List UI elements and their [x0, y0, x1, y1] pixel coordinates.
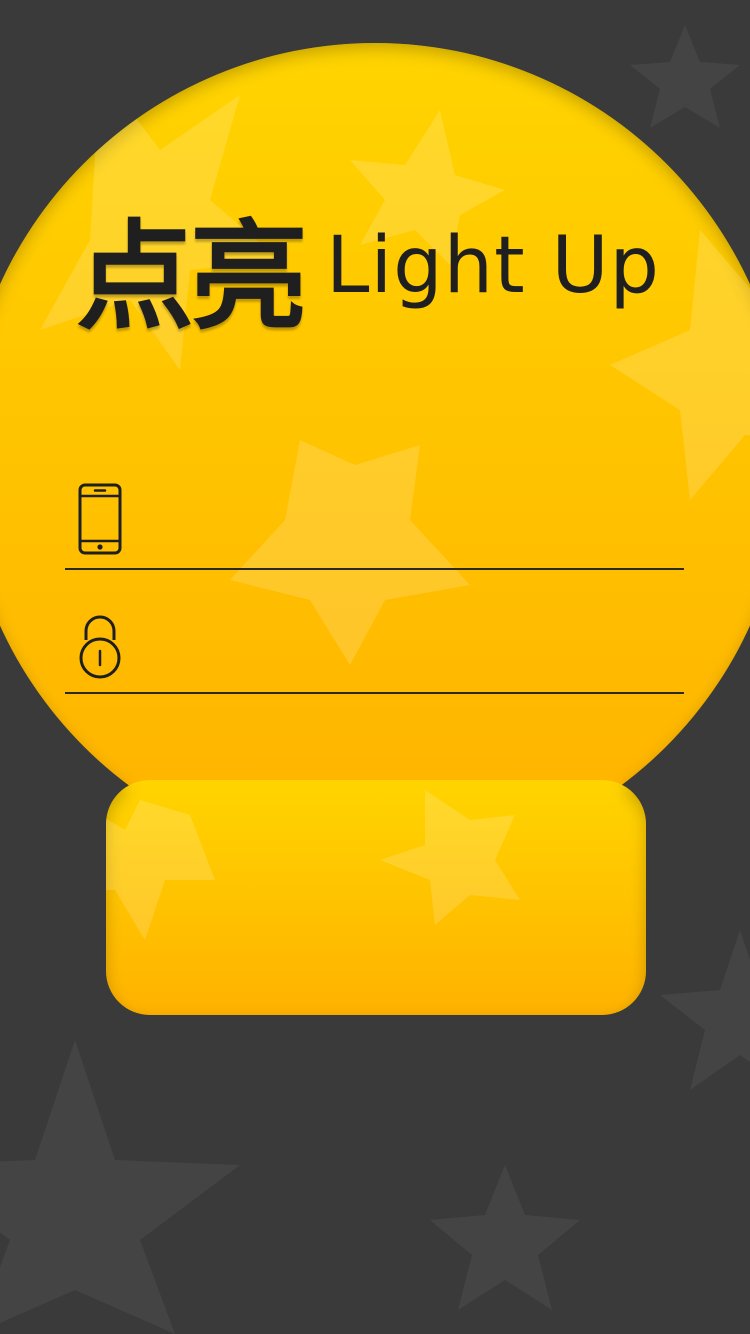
star-shape [430, 1165, 580, 1310]
password-input[interactable] [145, 616, 679, 678]
star-shape [630, 25, 740, 128]
star-shape [660, 930, 750, 1090]
phone-field [65, 482, 684, 570]
app-title-chinese: 点亮 [76, 207, 308, 346]
phone-icon [78, 483, 122, 555]
star-shape [0, 1040, 240, 1334]
app-title: 点亮 Light Up [76, 196, 661, 346]
app-title-english: Light Up [326, 221, 661, 311]
password-field [65, 606, 684, 694]
lock-icon [79, 615, 121, 679]
phone-input[interactable] [145, 492, 679, 554]
